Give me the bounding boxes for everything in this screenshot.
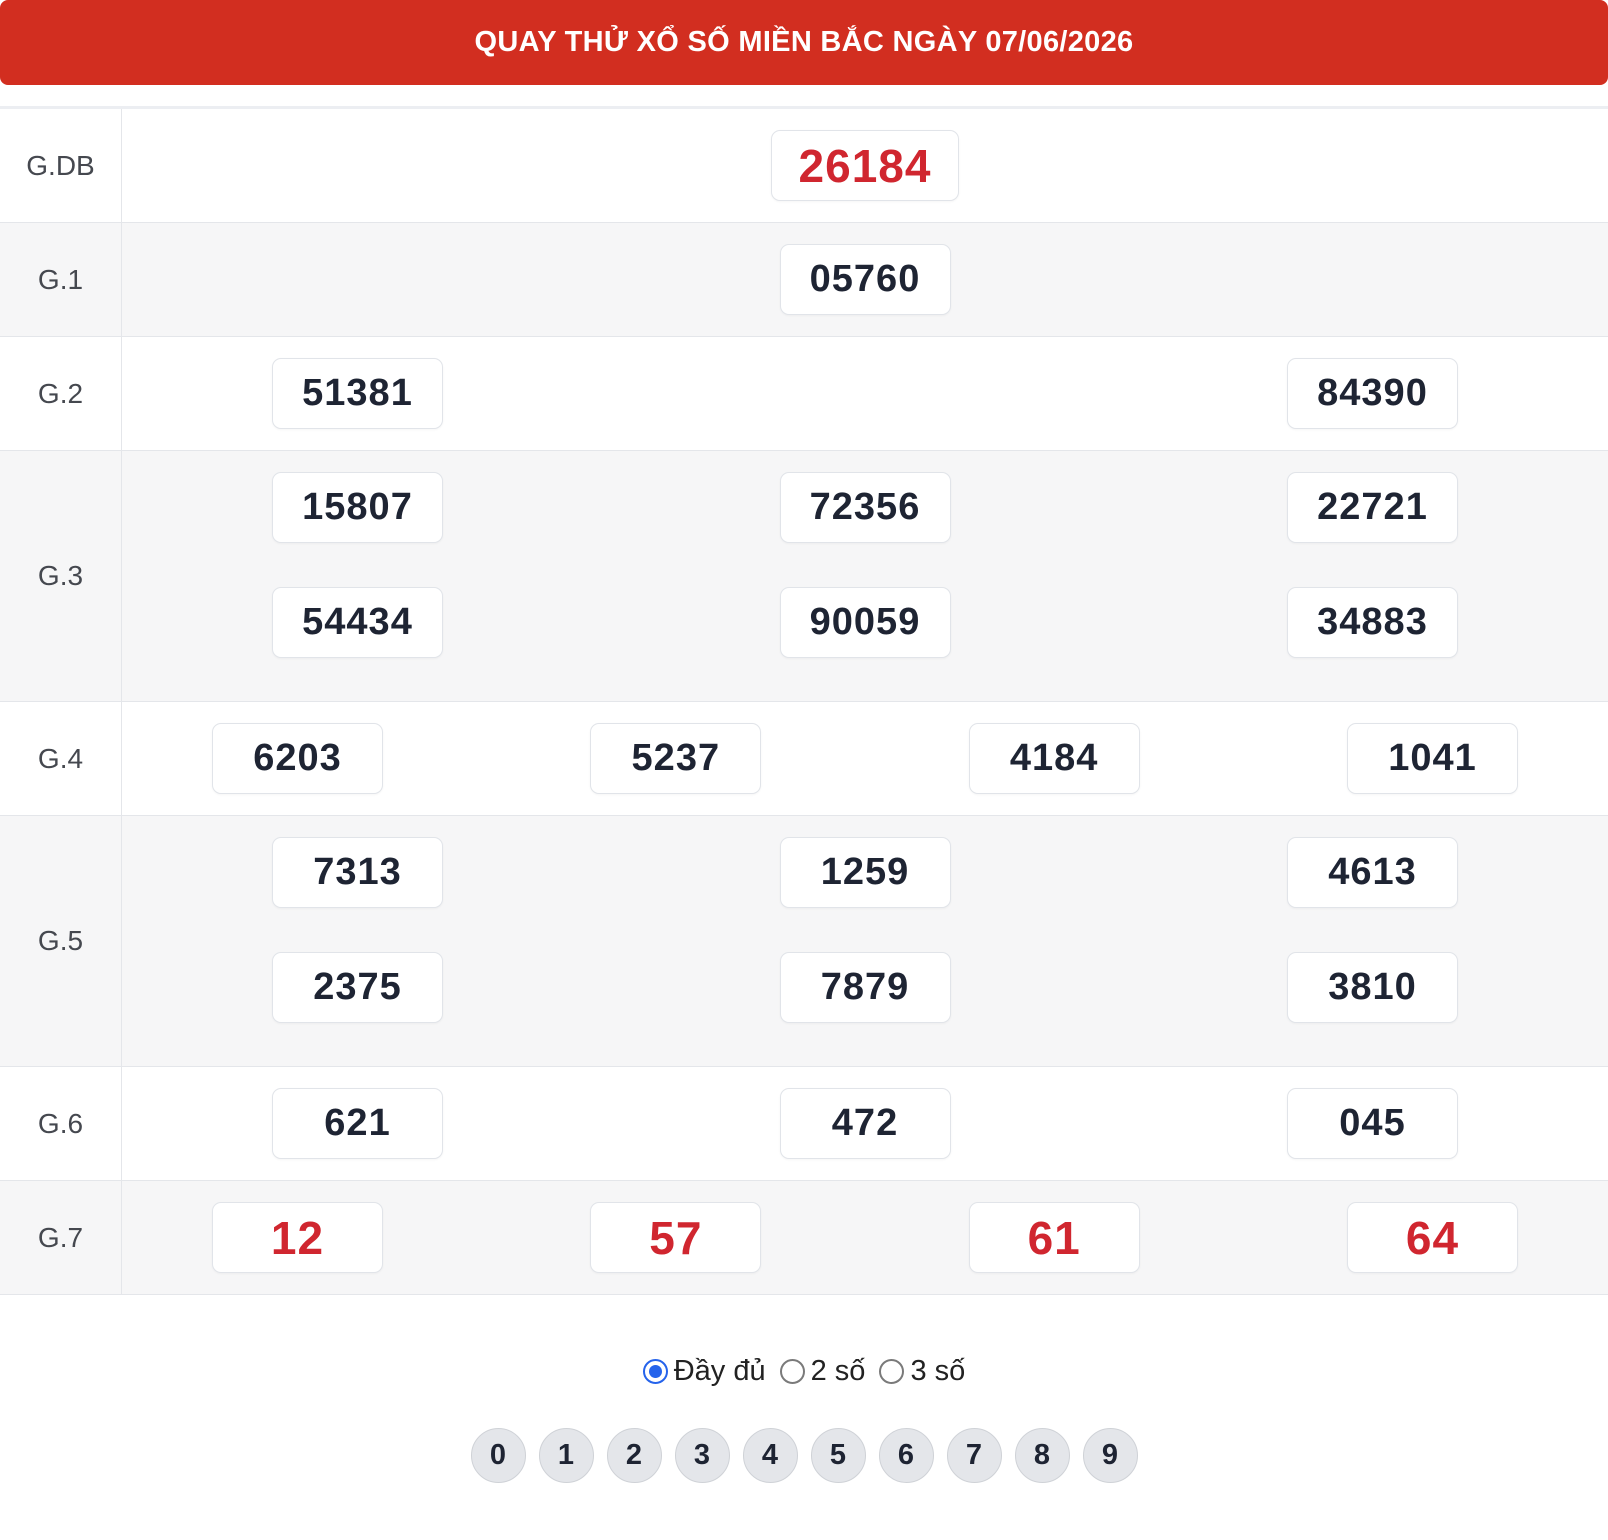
radio-full[interactable] <box>642 1359 668 1384</box>
prize-label: G.2 <box>0 337 122 450</box>
prize-number: 472 <box>779 1088 951 1159</box>
option-2-digits[interactable]: 2 số <box>779 1355 866 1388</box>
display-options: Đầy đủ 2 số 3 số <box>0 1355 1608 1388</box>
prize-number: 7879 <box>779 952 951 1023</box>
prize-row-g3: G.3 15807 72356 22721 54434 90059 34883 <box>0 451 1608 702</box>
prize-row-gdb: G.DB 26184 <box>0 109 1608 223</box>
prize-row-g6: G.6 621 472 045 <box>0 1067 1608 1181</box>
digit-filter-7[interactable]: 7 <box>946 1428 1002 1483</box>
prize-row-g7: G.7 12 57 61 64 <box>0 1181 1608 1294</box>
prize-number-g7: 12 <box>212 1202 383 1273</box>
digit-filter-9[interactable]: 9 <box>1082 1428 1138 1483</box>
radio-2-digits[interactable] <box>779 1359 805 1384</box>
digit-filter-2[interactable]: 2 <box>606 1428 662 1483</box>
prize-number: 72356 <box>779 472 951 543</box>
digit-filter-0[interactable]: 0 <box>470 1428 526 1483</box>
prize-number: 54434 <box>272 587 443 658</box>
page-title: QUAY THỬ XỔ SỐ MIỀN BẮC NGÀY 07/06/2026 <box>474 26 1134 58</box>
prize-label: G.7 <box>0 1181 122 1294</box>
option-3-digits-label: 3 số <box>910 1355 966 1387</box>
prize-number: 51381 <box>272 358 443 429</box>
option-3-digits[interactable]: 3 số <box>879 1355 965 1388</box>
digit-filter-3[interactable]: 3 <box>674 1428 730 1483</box>
prize-number: 621 <box>272 1088 443 1159</box>
prize-number: 22721 <box>1287 472 1458 543</box>
prize-number-g7: 57 <box>590 1202 762 1273</box>
prize-number: 2375 <box>272 952 443 1023</box>
prize-label: G.5 <box>0 816 122 1066</box>
prize-row-g2: G.2 51381 84390 <box>0 337 1608 451</box>
prize-number: 90059 <box>779 587 951 658</box>
page-header: QUAY THỬ XỔ SỐ MIỀN BẮC NGÀY 07/06/2026 <box>0 0 1608 85</box>
prize-number: 4613 <box>1287 837 1458 908</box>
prize-number: 4184 <box>968 723 1140 794</box>
prize-row-g5: G.5 7313 1259 4613 2375 7879 3810 <box>0 816 1608 1067</box>
prize-number: 15807 <box>272 472 443 543</box>
prize-number: 05760 <box>779 244 951 315</box>
prize-number: 3810 <box>1287 952 1458 1023</box>
digit-filter-bar: 0 1 2 3 4 5 6 7 8 9 <box>0 1428 1608 1483</box>
prize-number: 5237 <box>590 723 762 794</box>
digit-filter-5[interactable]: 5 <box>810 1428 866 1483</box>
prize-number: 1041 <box>1346 723 1518 794</box>
digit-filter-1[interactable]: 1 <box>538 1428 594 1483</box>
prize-number: 84390 <box>1287 358 1458 429</box>
prize-number: 1259 <box>779 837 951 908</box>
prize-number: 6203 <box>212 723 383 794</box>
results-table: G.DB 26184 G.1 05760 G.2 51381 84390 G.3 <box>0 106 1608 1295</box>
prize-number-special: 26184 <box>771 130 959 201</box>
digit-filter-4[interactable]: 4 <box>742 1428 798 1483</box>
prize-label: G.6 <box>0 1067 122 1180</box>
prize-label: G.4 <box>0 702 122 815</box>
prize-number: 045 <box>1287 1088 1458 1159</box>
option-full-label: Đầy đủ <box>673 1355 766 1387</box>
option-full[interactable]: Đầy đủ <box>642 1355 766 1388</box>
radio-3-digits[interactable] <box>879 1359 905 1384</box>
prize-number-g7: 64 <box>1346 1202 1518 1273</box>
prize-number-g7: 61 <box>968 1202 1140 1273</box>
digit-filter-8[interactable]: 8 <box>1014 1428 1070 1483</box>
prize-number: 34883 <box>1287 587 1458 658</box>
option-2-digits-label: 2 số <box>810 1355 866 1387</box>
prize-row-g1: G.1 05760 <box>0 223 1608 337</box>
prize-row-g4: G.4 6203 5237 4184 1041 <box>0 702 1608 816</box>
prize-label: G.3 <box>0 451 122 701</box>
prize-label: G.DB <box>0 109 122 222</box>
digit-filter-6[interactable]: 6 <box>878 1428 934 1483</box>
prize-label: G.1 <box>0 223 122 336</box>
prize-number: 7313 <box>272 837 443 908</box>
